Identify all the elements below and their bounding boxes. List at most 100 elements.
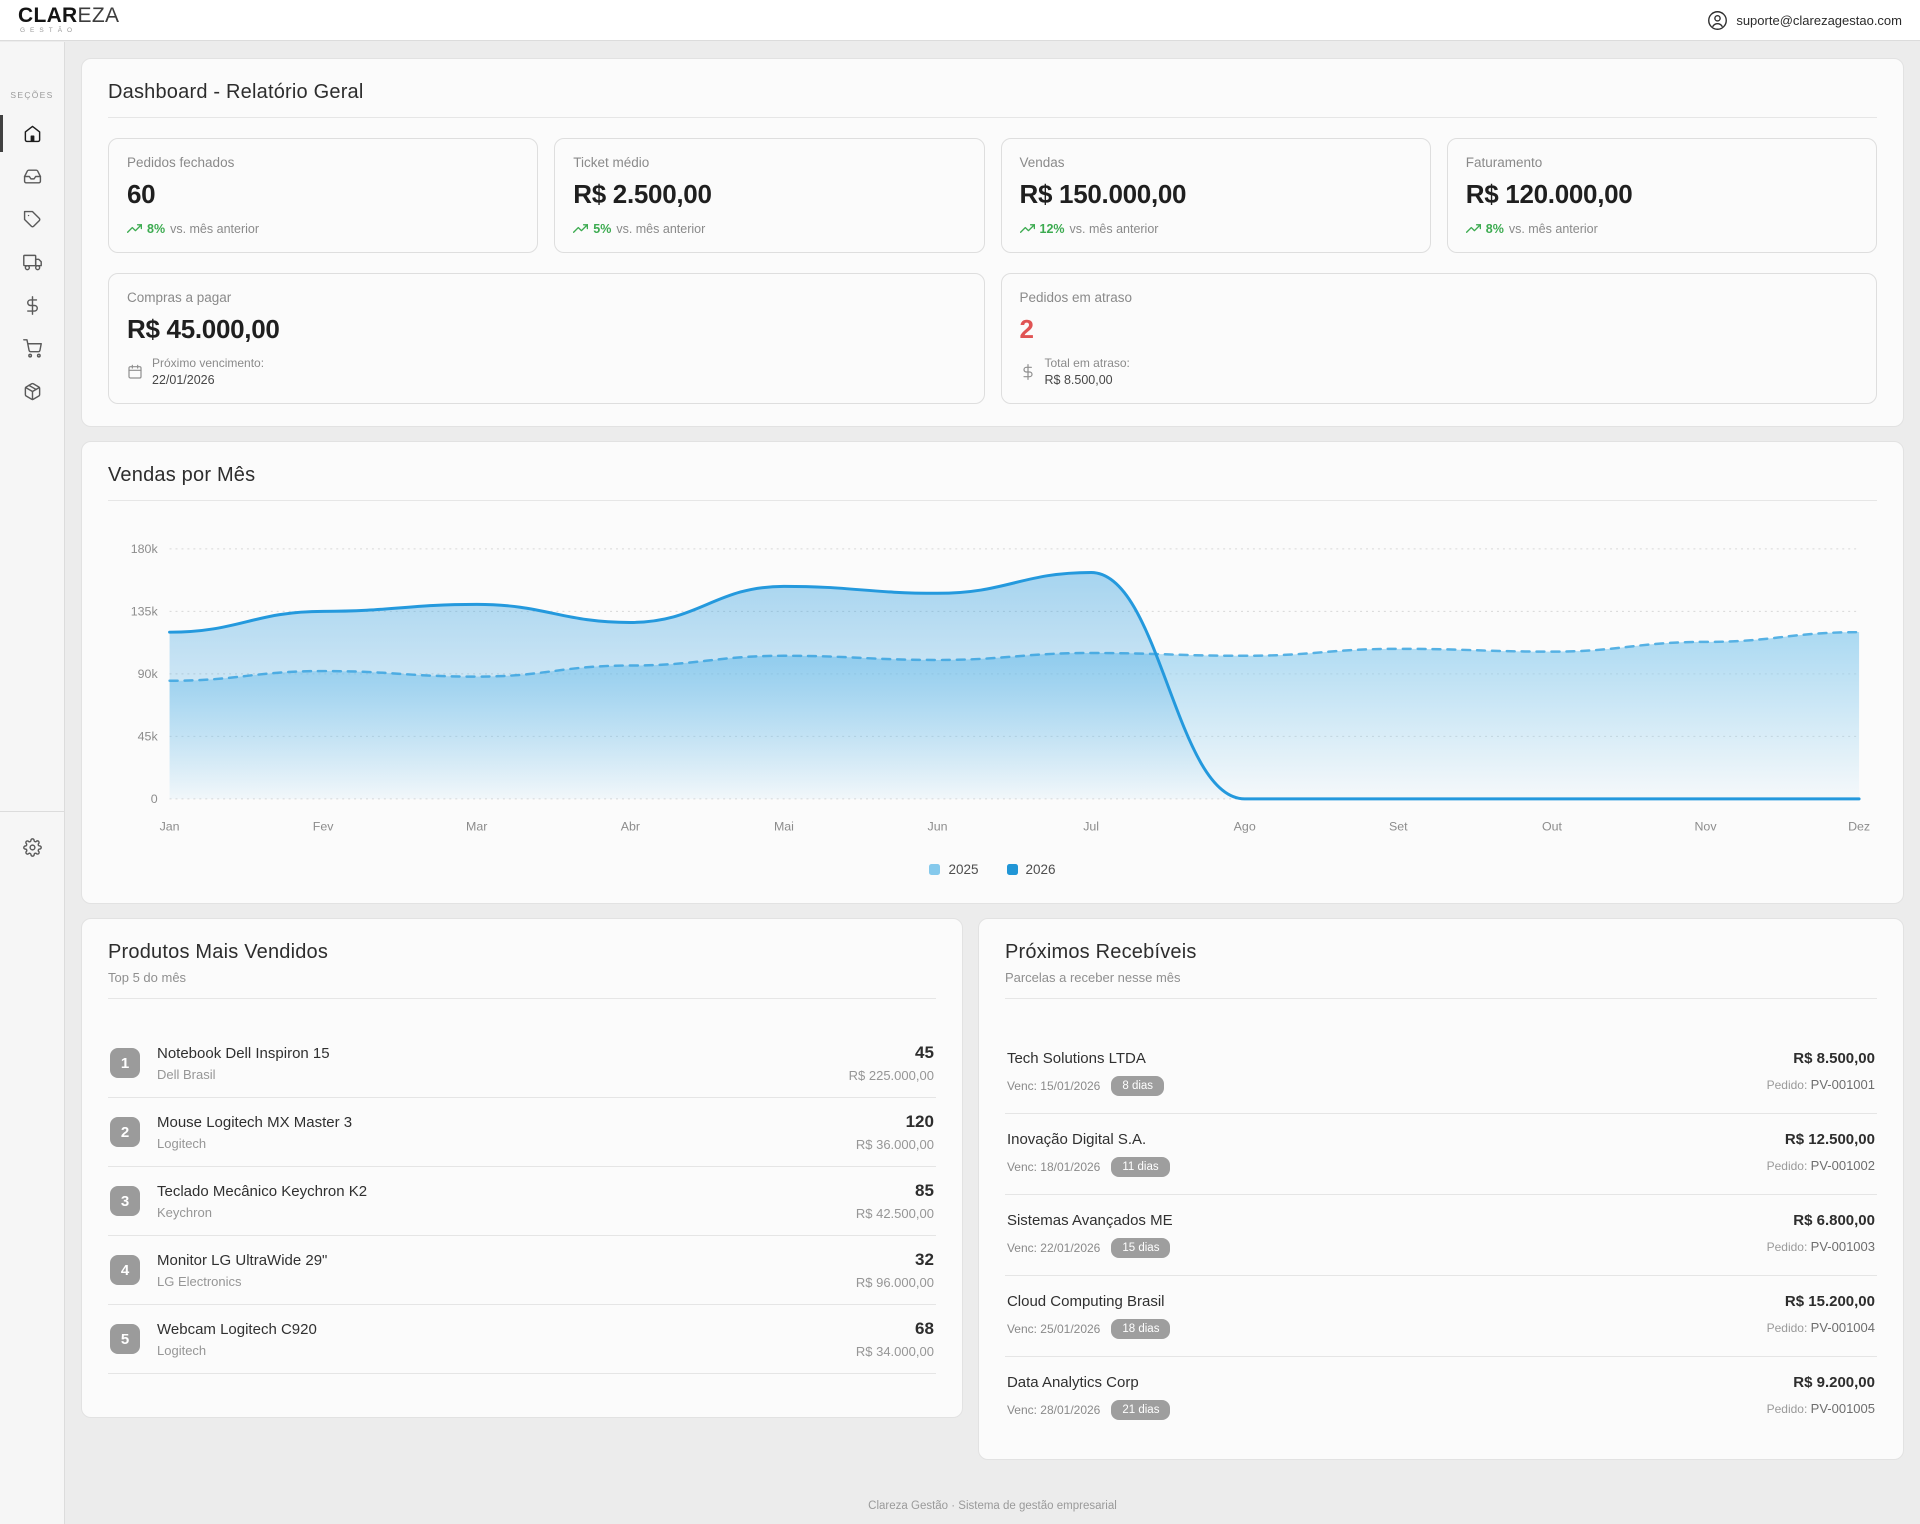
trend-percent: 8% xyxy=(147,222,165,236)
product-name: Webcam Logitech C920 xyxy=(157,1321,839,1338)
product-total: R$ 225.000,00 xyxy=(849,1068,934,1083)
legend-item-2025[interactable]: 2025 xyxy=(929,862,978,877)
svg-text:Dez: Dez xyxy=(1848,820,1870,834)
page-title: Dashboard - Relatório Geral xyxy=(108,81,1877,104)
legend-item-2026[interactable]: 2026 xyxy=(1007,862,1056,877)
kpi-value: R$ 2.500,00 xyxy=(573,179,965,210)
kpi-label: Pedidos fechados xyxy=(127,155,519,170)
svg-text:Jul: Jul xyxy=(1083,820,1099,834)
kpi-card: Ticket médio R$ 2.500,00 5% vs. mês ante… xyxy=(554,138,984,253)
sidebar-item-dollar[interactable] xyxy=(0,284,64,327)
chart-legend: 2025 2026 xyxy=(108,862,1877,877)
trending-up-icon xyxy=(1020,221,1035,236)
product-quantity: 45 xyxy=(849,1043,934,1063)
svg-text:135k: 135k xyxy=(131,604,159,618)
svg-text:Abr: Abr xyxy=(621,820,640,834)
app-logo: CLAREZA GESTÃO xyxy=(18,5,119,35)
user-email: suporte@clarezagestao.com xyxy=(1736,13,1902,28)
product-quantity: 85 xyxy=(856,1181,934,1201)
sidebar-item-package[interactable] xyxy=(0,370,64,413)
svg-text:Nov: Nov xyxy=(1694,820,1717,834)
receivable-client: Sistemas Avançados ME xyxy=(1007,1212,1173,1229)
user-account[interactable]: suporte@clarezagestao.com xyxy=(1707,10,1902,31)
receivable-order: Pedido: PV-001003 xyxy=(1767,1239,1875,1254)
receivables-title: Próximos Recebíveis xyxy=(1005,941,1877,964)
order-label: Pedido: xyxy=(1767,1240,1811,1254)
gear-icon xyxy=(23,838,42,857)
receivable-row: Inovação Digital S.A. Venc: 18/01/2026 1… xyxy=(1005,1114,1877,1195)
order-number: PV-001004 xyxy=(1811,1320,1875,1335)
legend-label: 2026 xyxy=(1026,862,1056,877)
days-badge: 18 dias xyxy=(1111,1319,1170,1339)
sidebar-item-truck[interactable] xyxy=(0,241,64,284)
products-title: Produtos Mais Vendidos xyxy=(108,941,936,964)
product-total: R$ 42.500,00 xyxy=(856,1206,934,1221)
order-label: Pedido: xyxy=(1767,1078,1811,1092)
order-number: PV-001001 xyxy=(1811,1077,1875,1092)
rank-badge: 4 xyxy=(110,1255,140,1285)
trending-up-icon xyxy=(573,221,588,236)
receivable-due-date: Venc: 22/01/2026 xyxy=(1007,1241,1100,1255)
receivable-due-date: Venc: 15/01/2026 xyxy=(1007,1079,1100,1093)
product-total: R$ 34.000,00 xyxy=(856,1344,934,1359)
product-brand: Keychron xyxy=(157,1205,839,1220)
top-products-panel: Produtos Mais Vendidos Top 5 do mês 1 No… xyxy=(81,918,963,1418)
receivable-order: Pedido: PV-001002 xyxy=(1767,1158,1875,1173)
kpi-label: Ticket médio xyxy=(573,155,965,170)
trending-up-icon xyxy=(127,221,142,236)
product-brand: Logitech xyxy=(157,1136,839,1151)
kpi-value: 60 xyxy=(127,179,519,210)
product-total: R$ 36.000,00 xyxy=(856,1137,934,1152)
receivable-client: Inovação Digital S.A. xyxy=(1007,1131,1170,1148)
rank-badge: 2 xyxy=(110,1117,140,1147)
svg-text:Ago: Ago xyxy=(1234,820,1256,834)
svg-text:45k: 45k xyxy=(138,729,159,743)
product-name: Monitor LG UltraWide 29" xyxy=(157,1252,839,1269)
legend-swatch xyxy=(1007,864,1018,875)
legend-swatch xyxy=(929,864,940,875)
truck-icon xyxy=(23,253,42,272)
svg-text:Jan: Jan xyxy=(160,820,180,834)
product-total: R$ 96.000,00 xyxy=(856,1275,934,1290)
svg-text:Jun: Jun xyxy=(928,820,948,834)
sidebar-item-tag[interactable] xyxy=(0,198,64,241)
product-row: 4 Monitor LG UltraWide 29" LG Electronic… xyxy=(108,1236,936,1305)
payables-detail-value: 22/01/2026 xyxy=(152,373,264,387)
trend-suffix: vs. mês anterior xyxy=(1070,222,1159,236)
svg-text:Fev: Fev xyxy=(313,820,334,834)
product-brand: LG Electronics xyxy=(157,1274,839,1289)
product-brand: Logitech xyxy=(157,1343,839,1358)
package-icon xyxy=(23,382,42,401)
days-badge: 11 dias xyxy=(1111,1157,1169,1177)
sidebar-item-home[interactable] xyxy=(0,112,64,155)
receivable-client: Tech Solutions LTDA xyxy=(1007,1050,1164,1067)
legend-label: 2025 xyxy=(948,862,978,877)
product-quantity: 32 xyxy=(856,1250,934,1270)
sidebar-item-settings[interactable] xyxy=(0,826,64,869)
dollar-icon xyxy=(23,296,42,315)
sidebar-item-cart[interactable] xyxy=(0,327,64,370)
receivable-client: Cloud Computing Brasil xyxy=(1007,1293,1171,1310)
receivables-subtitle: Parcelas a receber nesse mês xyxy=(1005,970,1877,985)
product-quantity: 120 xyxy=(856,1112,934,1132)
payables-label: Compras a pagar xyxy=(127,290,966,305)
products-list: 1 Notebook Dell Inspiron 15 Dell Brasil … xyxy=(108,1029,936,1374)
sidebar-bottom xyxy=(0,811,64,869)
receivable-value: R$ 6.800,00 xyxy=(1767,1212,1875,1229)
logo-primary: CLAR xyxy=(18,4,78,27)
trend-suffix: vs. mês anterior xyxy=(1509,222,1598,236)
sidebar-item-inbox[interactable] xyxy=(0,155,64,198)
page-footer: Clareza Gestão · Sistema de gestão empre… xyxy=(81,1470,1904,1524)
kpi-grid: Pedidos fechados 60 8% vs. mês anterior … xyxy=(108,138,1877,253)
logo-subtitle: GESTÃO xyxy=(18,28,119,35)
sales-chart-panel: Vendas por Mês 045k90k135k180kJanFevMarA… xyxy=(81,441,1904,904)
order-number: PV-001003 xyxy=(1811,1239,1875,1254)
product-quantity: 68 xyxy=(856,1319,934,1339)
svg-text:0: 0 xyxy=(151,792,158,806)
rank-badge: 1 xyxy=(110,1048,140,1078)
kpi-value: R$ 120.000,00 xyxy=(1466,179,1858,210)
svg-text:Mar: Mar xyxy=(466,820,487,834)
product-name: Notebook Dell Inspiron 15 xyxy=(157,1045,832,1062)
sidebar-nav xyxy=(0,112,64,413)
sections-label: SEÇÕES xyxy=(0,90,64,100)
